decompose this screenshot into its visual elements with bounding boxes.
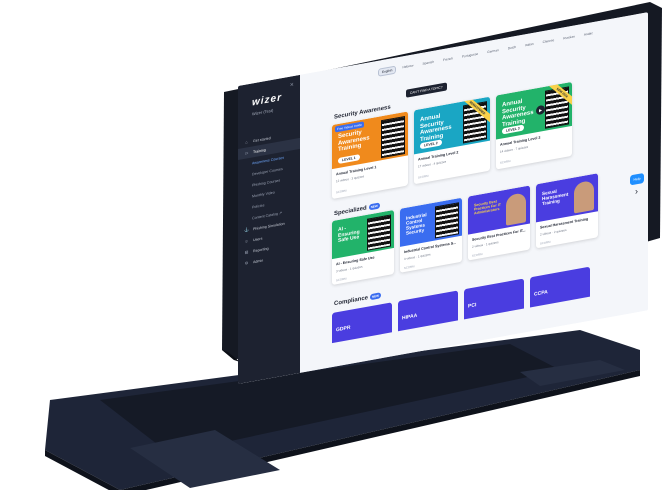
course-thumbnail: Security Best Practices For IT Administr…	[468, 185, 530, 235]
main-content: English Hebrew Spanish French Portuguese…	[300, 12, 648, 373]
users-icon: ☺	[244, 238, 249, 244]
thumbnail-title: AI - Ensuring Safe Use	[338, 225, 360, 244]
presenter-photo	[506, 192, 526, 226]
course-thumbnail: Industrial Control Systems Security	[400, 197, 462, 247]
course-thumbnail: REMASTERED Annual Security Awareness Tra…	[414, 96, 490, 155]
compliance-label: GDPR	[336, 324, 351, 334]
course-thumbnail: Sexual Harassment Training	[536, 173, 598, 223]
tab-language-chinese[interactable]: Chinese	[540, 37, 558, 48]
compliance-label: HIPAA	[402, 312, 418, 322]
tab-language-italian[interactable]: Italian	[522, 40, 537, 51]
sidebar: ✕ wizer Wizer (Test) ⌂ Get started ▭ Train…	[238, 74, 300, 384]
thumbnail-title: Annual Security Awareness Training	[420, 113, 452, 143]
tab-language-portuguese[interactable]: Portuguese	[459, 50, 481, 62]
compliance-label: PCI	[468, 302, 477, 310]
course-card[interactable]: NEW 2024 Annual Security Awareness Train…	[496, 81, 572, 170]
card-footer: SCORM	[418, 173, 429, 180]
card-meta: 3 videos · 1 quizzes	[404, 252, 431, 262]
course-card[interactable]: AI - Ensuring Safe Use AI - Ensuring Saf…	[332, 209, 394, 286]
tab-language-french[interactable]: French	[440, 55, 456, 66]
new-badge: NEW	[370, 292, 382, 301]
section-title-text: Compliance	[334, 295, 369, 308]
course-card[interactable]: REMASTERED Annual Security Awareness Tra…	[414, 96, 490, 185]
filmstrip-icon	[367, 214, 391, 251]
sidebar-nav: ⌂ Get started ▭ Training Awareness Courses…	[238, 127, 300, 270]
chevron-right-icon[interactable]: ›	[635, 186, 638, 197]
tab-language-hebrew[interactable]: Hebrew	[399, 62, 416, 73]
sidebar-item-label: Training	[253, 147, 266, 154]
logo: wizer	[252, 92, 283, 109]
course-thumbnail: NEW 2024 Annual Security Awareness Train…	[496, 81, 572, 140]
new-badge: NEW	[368, 202, 380, 211]
presenter-photo	[574, 179, 594, 214]
sidebar-item-label: Policies	[252, 202, 265, 209]
sidebar-item-label: Monthly Video	[252, 189, 275, 198]
thumbnail-title: Security Best Practices For IT Administr…	[474, 199, 501, 216]
external-link-icon: ↗	[278, 210, 283, 216]
tab-language-english[interactable]: English	[378, 65, 397, 77]
card-meta: 12 videos · 3 quizzes	[336, 174, 365, 184]
course-card[interactable]: Free Videos Inside Security Awareness Tr…	[332, 111, 408, 200]
course-thumbnail: AI - Ensuring Safe Use	[332, 209, 394, 260]
card-meta: 3 videos · 1 quizzes	[336, 264, 363, 274]
chart-icon: ▤	[244, 249, 249, 255]
security-cards: Free Videos Inside Security Awareness Tr…	[332, 81, 572, 200]
level-badge: LEVEL 1	[338, 154, 360, 164]
tab-language-dutch[interactable]: Dutch	[505, 43, 519, 54]
filmstrip-icon	[435, 202, 459, 239]
tab-language-arabic[interactable]: Arabic	[581, 30, 596, 41]
home-icon: ⌂	[245, 139, 248, 145]
tab-language-spanish[interactable]: Spanish	[419, 58, 437, 69]
gear-icon: ⚙	[244, 260, 249, 266]
cant-find-topic-button[interactable]: CAN'T FIND A TOPIC?	[406, 82, 447, 98]
help-button[interactable]: Help	[630, 172, 644, 186]
card-footer: SCORM	[500, 158, 511, 165]
monitor-icon: ▭	[244, 150, 249, 156]
card-footer: SCORM	[472, 252, 483, 258]
course-card[interactable]: CCPA	[530, 266, 590, 308]
hook-icon: ⚓	[244, 227, 249, 233]
card-meta: 17 videos · 4 quizzes	[418, 159, 447, 169]
filmstrip-icon	[381, 115, 405, 159]
card-meta: 2 videos · 2 quizzes	[540, 227, 567, 237]
course-card[interactable]: GDPR	[332, 302, 392, 344]
course-card[interactable]: PCI	[464, 278, 524, 320]
card-footer: SCORM	[540, 239, 551, 246]
card-meta: 2 videos · 1 quizzes	[472, 240, 499, 249]
tab-language-german[interactable]: German	[484, 47, 502, 58]
thumbnail-title: Sexual Harassment Training	[542, 188, 569, 207]
thumbnail-title: Industrial Control Systems Security	[406, 212, 427, 236]
sidebar-item-label: Reporting	[253, 245, 269, 253]
course-card[interactable]: Security Best Practices For IT Administr…	[468, 185, 530, 261]
sidebar-item-label: Admin	[253, 257, 264, 264]
sidebar-item-label: Get started	[253, 135, 271, 143]
compliance-label: CCPA	[534, 289, 548, 298]
card-footer: SCORM	[336, 276, 347, 283]
sidebar-item-label: Users	[253, 236, 263, 242]
card-meta: 14 videos · 7 quizzes	[500, 144, 529, 154]
card-footer: SCORM	[404, 264, 415, 271]
course-card[interactable]: HIPAA	[398, 290, 458, 332]
laptop: ✕ wizer Wizer (Test) ⌂ Get started ▭ Train…	[0, 0, 667, 496]
course-thumbnail: Free Videos Inside Security Awareness Tr…	[332, 111, 408, 170]
card-footer: SCORM	[336, 188, 347, 195]
course-card[interactable]: Industrial Control Systems Security Indu…	[400, 197, 462, 273]
close-icon[interactable]: ✕	[290, 82, 294, 89]
course-card[interactable]: Sexual Harassment Training Sexual Harass…	[536, 173, 598, 249]
tab-language-russian[interactable]: Russian	[560, 33, 578, 44]
org-name: Wizer (Test)	[252, 107, 274, 117]
